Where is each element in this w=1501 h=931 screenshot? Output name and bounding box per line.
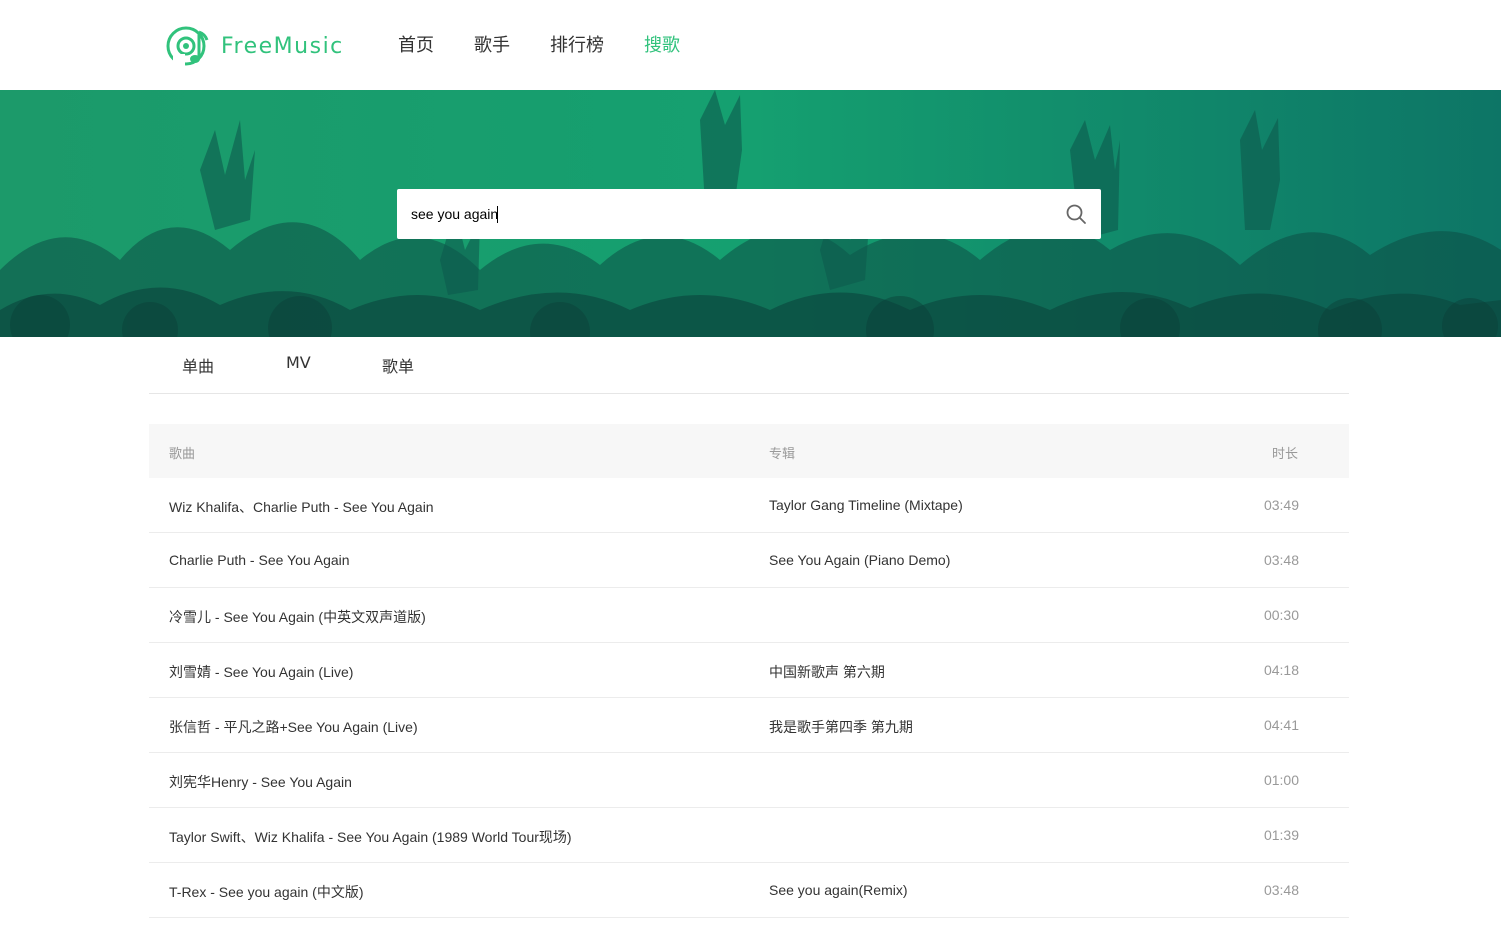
table-row[interactable]: 张信哲 - 平凡之路+See You Again (Live) 我是歌手第四季 第… — [149, 698, 1349, 753]
result-tabs: 单曲 MV 歌单 — [149, 337, 1349, 394]
song-title[interactable]: 刘雪婧 - See You Again (Live) — [169, 662, 353, 682]
tab-mv[interactable]: MV — [286, 353, 311, 372]
album-name[interactable]: Taylor Gang Timeline (Mixtape) — [769, 497, 963, 513]
table-row[interactable]: T-Rex - See you again (中文版) See you again… — [149, 863, 1349, 918]
song-table: 歌曲 专辑 时长 Wiz Khalifa、Charlie Puth - See … — [149, 424, 1349, 918]
duration: 03:48 — [1263, 552, 1299, 568]
music-disc-icon — [166, 26, 209, 66]
logo-text: FreeMusic — [221, 33, 344, 59]
duration: 04:18 — [1263, 662, 1299, 678]
search-input[interactable] — [411, 189, 1051, 239]
table-body: Wiz Khalifa、Charlie Puth - See You Again… — [149, 478, 1349, 918]
album-name[interactable]: 我是歌手第四季 第九期 — [769, 717, 913, 737]
logo[interactable]: FreeMusic — [165, 24, 344, 68]
album-name[interactable]: See You Again (Piano Demo) — [769, 552, 950, 568]
tab-playlists[interactable]: 歌单 — [382, 353, 414, 377]
song-title[interactable]: 冷雪儿 - See You Again (中英文双声道版) — [169, 607, 426, 627]
table-row[interactable]: 刘雪婧 - See You Again (Live) 中国新歌声 第六期 04:18 — [149, 643, 1349, 698]
search-icon[interactable] — [1065, 203, 1087, 225]
tab-singles[interactable]: 单曲 — [182, 353, 214, 377]
song-title[interactable]: Wiz Khalifa、Charlie Puth - See You Again — [169, 497, 434, 517]
duration: 03:49 — [1263, 497, 1299, 513]
nav-charts[interactable]: 排行榜 — [550, 33, 604, 59]
nav-singers[interactable]: 歌手 — [474, 33, 510, 59]
nav-home[interactable]: 首页 — [398, 33, 434, 59]
main-nav: 首页 歌手 排行榜 搜歌 — [398, 33, 720, 59]
song-title[interactable]: Charlie Puth - See You Again — [169, 552, 350, 568]
header-song: 歌曲 — [169, 447, 196, 462]
duration: 01:00 — [1263, 772, 1299, 788]
album-name[interactable]: See you again(Remix) — [769, 882, 908, 898]
table-row[interactable]: Wiz Khalifa、Charlie Puth - See You Again… — [149, 478, 1349, 533]
table-row[interactable]: 冷雪儿 - See You Again (中英文双声道版) 00:30 — [149, 588, 1349, 643]
song-title[interactable]: T-Rex - See you again (中文版) — [169, 882, 364, 902]
song-title[interactable]: Taylor Swift、Wiz Khalifa - See You Again… — [169, 827, 572, 847]
table-header: 歌曲 专辑 时长 — [149, 424, 1349, 478]
site-header: FreeMusic 首页 歌手 排行榜 搜歌 — [0, 0, 1501, 90]
song-title[interactable]: 刘宪华Henry - See You Again — [169, 772, 352, 792]
table-row[interactable]: Taylor Swift、Wiz Khalifa - See You Again… — [149, 808, 1349, 863]
nav-search-songs[interactable]: 搜歌 — [644, 33, 680, 59]
album-name[interactable]: 中国新歌声 第六期 — [769, 662, 885, 682]
duration: 04:41 — [1263, 717, 1299, 733]
table-row[interactable]: Charlie Puth - See You Again See You Agai… — [149, 533, 1349, 588]
song-title[interactable]: 张信哲 - 平凡之路+See You Again (Live) — [169, 717, 418, 737]
table-row[interactable]: 刘宪华Henry - See You Again 01:00 — [149, 753, 1349, 808]
duration: 03:48 — [1263, 882, 1299, 898]
search-banner — [0, 90, 1501, 337]
duration: 00:30 — [1263, 607, 1299, 623]
duration: 01:39 — [1263, 827, 1299, 843]
text-caret — [497, 206, 498, 223]
header-duration: 时长 — [1271, 447, 1298, 462]
header-album: 专辑 — [769, 447, 796, 462]
search-box — [397, 189, 1101, 239]
